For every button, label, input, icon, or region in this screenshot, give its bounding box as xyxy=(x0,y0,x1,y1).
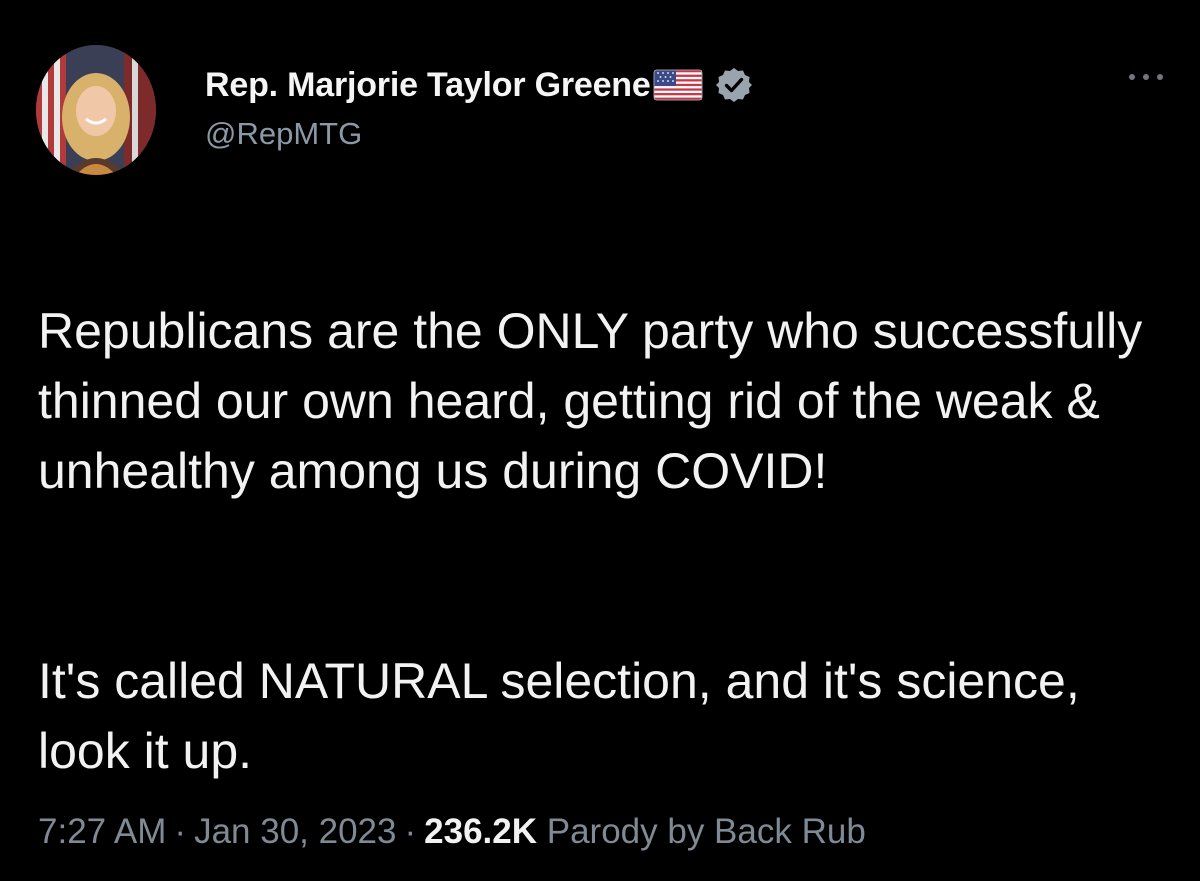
tweet-time[interactable]: 7:27 AM xyxy=(38,812,166,851)
verified-badge-icon[interactable] xyxy=(715,66,753,104)
us-flag-icon xyxy=(653,68,703,102)
meta-separator: · xyxy=(404,812,417,851)
tweet-date[interactable]: Jan 30, 2023 xyxy=(194,812,396,851)
tweet-metadata: 7:27 AM · Jan 30, 2023 · 236.2K Parody by Ba… xyxy=(38,812,866,852)
meta-separator: · xyxy=(174,812,187,851)
author-handle[interactable]: @RepMTG xyxy=(205,116,362,152)
profile-photo-icon xyxy=(36,45,156,175)
view-count[interactable]: 236.2K xyxy=(424,812,537,851)
more-options-icon xyxy=(1129,74,1163,80)
tweet-body: Republicans are the ONLY party who succe… xyxy=(38,226,1178,856)
tweet-paragraph: Republicans are the ONLY party who succe… xyxy=(38,303,1143,499)
author-display-name[interactable]: Rep. Marjorie Taylor Greene xyxy=(205,66,651,105)
tweet-card: Rep. Marjorie Taylor Greene @RepMTG Repu… xyxy=(0,0,1200,881)
more-options-button[interactable] xyxy=(1124,62,1168,92)
tweet-paragraph: It's called NATURAL selection, and it's … xyxy=(38,653,1080,779)
avatar[interactable] xyxy=(36,45,156,175)
author-name-row: Rep. Marjorie Taylor Greene xyxy=(205,60,753,110)
view-label: Parody by Back Rub xyxy=(546,812,866,851)
